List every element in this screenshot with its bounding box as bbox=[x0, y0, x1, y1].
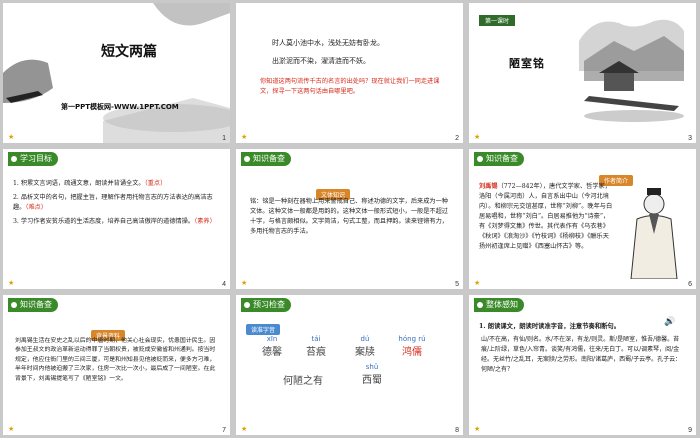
star-icon: ★ bbox=[8, 279, 15, 287]
star-icon: ★ bbox=[474, 133, 481, 141]
objectives-list: 1. 积累文言词语，疏通文意，朗读并背诵全文。（重点） 2. 品析文中的名句，把… bbox=[13, 179, 218, 227]
star-icon: ★ bbox=[8, 133, 15, 141]
pinyin-item: shǔ 西蜀 bbox=[362, 363, 382, 386]
reading-prompt: 1. 朗读课文，朗读时读准字音，注意节奏和断句。 bbox=[479, 323, 621, 330]
poem-line-1: 时人莫小池中水，浅处无妨有卧龙。 bbox=[272, 39, 384, 47]
star-icon: ★ bbox=[241, 425, 248, 433]
section-header: 知识备查 bbox=[8, 298, 58, 312]
pinyin-item: dú 案牍 bbox=[355, 335, 375, 358]
section-header: 预习检查 bbox=[241, 298, 291, 312]
slide-number: 8 bbox=[455, 427, 459, 434]
ink-painting-pavilion bbox=[579, 19, 684, 122]
star-icon: ★ bbox=[8, 425, 15, 433]
objective-item: 1. 积累文言词语，疏通文意，朗读并背诵全文。（重点） bbox=[13, 180, 167, 187]
slide-5[interactable]: 知识备查 文体知识 铭：铭是一种刻在器物上用来警戒自己、称述功德的文字，后来成为… bbox=[236, 149, 463, 289]
slide-number: 7 bbox=[222, 427, 226, 434]
slide-8[interactable]: 预习检查 读准字音 xīn 德馨 tái 苔痕 dú 案牍 hóng rú 鸿儒… bbox=[236, 295, 463, 435]
slide-9[interactable]: 整体感知 1. 朗读课文，朗读时读准字音，注意节奏和断句。 🔊 山/不在高，有仙… bbox=[469, 295, 696, 435]
genre-text: 铭：铭是一种刻在器物上用来警戒自己、称述功德的文字，后来成为一种文体。这种文体一… bbox=[250, 198, 448, 235]
poem-line-2: 出淤泥而不染，濯清涟而不妖。 bbox=[272, 57, 370, 65]
speaker-icon[interactable]: 🔊 bbox=[664, 317, 675, 327]
pinyin-item: 何陋之有 bbox=[283, 376, 323, 387]
star-icon: ★ bbox=[474, 279, 481, 287]
slide-subtitle: 第一PPT模板网-WWW.1PPT.COM bbox=[61, 103, 179, 111]
author-bio: 刘禹锡（772—842年），唐代文学家、哲学家，洛阳（今属河南）人，自言系出中山… bbox=[479, 183, 613, 250]
slide-number: 3 bbox=[688, 135, 692, 142]
slide-number: 5 bbox=[455, 281, 459, 288]
slide-number: 1 bbox=[222, 135, 226, 142]
section-header: 整体感知 bbox=[474, 298, 524, 312]
author-portrait bbox=[630, 188, 678, 279]
slide-number: 6 bbox=[688, 281, 692, 288]
slide-title: 陋室铭 bbox=[509, 57, 545, 70]
slide-4[interactable]: 学习目标 1. 积累文言词语，疏通文意，朗读并背诵全文。（重点） 2. 品析文中… bbox=[3, 149, 230, 289]
section-header: 学习目标 bbox=[8, 152, 58, 166]
slide-2[interactable]: 时人莫小池中水，浅处无妨有卧龙。 出淤泥而不染，濯清涟而不妖。 你知道这两句流传… bbox=[236, 3, 463, 143]
section-header: 知识备查 bbox=[241, 152, 291, 166]
ink-landscape-background bbox=[3, 3, 230, 143]
background-text: 刘禹锡生活在安史之乱以后的中唐时期，他关心社会现实，忧患国计民生。因参加王叔文的… bbox=[15, 338, 216, 382]
pinyin-item: xīn 德馨 bbox=[262, 335, 282, 358]
slide-6[interactable]: 知识备查 作者简介 刘禹锡（772—842年），唐代文学家、哲学家，洛阳（今属河… bbox=[469, 149, 696, 289]
question-text: 你知道这两句流传千古的名言的出处吗？现在就让我们一同走进课文，探寻一下这两句话由… bbox=[260, 78, 440, 95]
lesson-badge: 第一课时 bbox=[479, 15, 516, 26]
star-icon: ★ bbox=[241, 279, 248, 287]
slide-number: 4 bbox=[222, 281, 226, 288]
pinyin-item: tái 苔痕 bbox=[306, 335, 326, 358]
slide-1[interactable]: 短文两篇 第一PPT模板网-WWW.1PPT.COM 1 ★ bbox=[3, 3, 230, 143]
star-icon: ★ bbox=[241, 133, 248, 141]
objective-item: 3. 学习作者安贫乐道的生活态度，培养自己高洁傲岸的道德情操。（素养） bbox=[13, 218, 216, 225]
author-name: 刘禹锡 bbox=[479, 183, 498, 190]
slide-3[interactable]: 第一课时 陋室铭 3 ★ bbox=[469, 3, 696, 143]
pinyin-item: hóng rú 鸿儒 bbox=[398, 335, 426, 358]
reading-text: 山/不在高，有仙/则名。水/不在深，有龙/则灵。斯/是陋室，惟吾/德馨。苔痕/上… bbox=[481, 336, 682, 373]
objective-item: 2. 品析文中的名句，把握主旨，理解作者用托物言志的方法表达的高洁志趣。（难点） bbox=[13, 194, 213, 211]
slide-number: 9 bbox=[688, 427, 692, 434]
slide-title: 短文两篇 bbox=[101, 44, 157, 60]
slide-number: 2 bbox=[455, 135, 459, 142]
star-icon: ★ bbox=[474, 425, 481, 433]
section-header: 知识备查 bbox=[474, 152, 524, 166]
pronunciation-tag: 读准字音 bbox=[246, 324, 281, 335]
slide-7[interactable]: 知识备查 背景资料 刘禹锡生活在安史之乱以后的中唐时期，他关心社会现实，忧患国计… bbox=[3, 295, 230, 435]
